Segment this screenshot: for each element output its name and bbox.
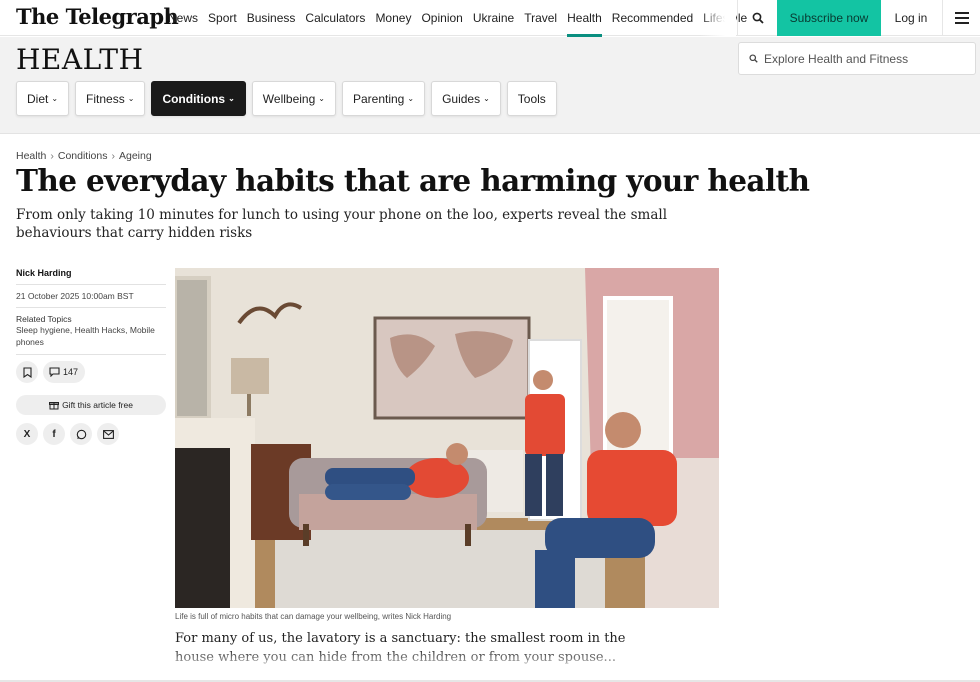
- pill-label: Tools: [517, 91, 546, 106]
- pill-label: Conditions: [162, 91, 226, 106]
- menu-button[interactable]: [942, 0, 980, 36]
- nav-link-travel[interactable]: Travel: [524, 0, 557, 36]
- nav-link-recommended[interactable]: Recommended: [612, 0, 693, 36]
- telegraph-logo[interactable]: The Telegraph: [16, 4, 179, 29]
- author-name[interactable]: Nick Harding: [16, 268, 166, 278]
- article-lead-image[interactable]: [175, 268, 719, 608]
- share-whatsapp-button[interactable]: [70, 423, 92, 445]
- chevron-down-icon: ⌄: [318, 94, 325, 103]
- nav-link-opinion[interactable]: Opinion: [421, 0, 462, 36]
- topic-pills: Diet ⌄ Fitness ⌄ Conditions ⌄ Wellbeing ⌄ Pa…: [16, 81, 563, 116]
- nav-link-sport[interactable]: Sport: [208, 0, 237, 36]
- nav-link-ukraine[interactable]: Ukraine: [473, 0, 514, 36]
- pill-label: Parenting: [352, 91, 405, 106]
- email-icon: [102, 429, 114, 439]
- pill-diet[interactable]: Diet ⌄: [16, 81, 70, 116]
- chevron-down-icon: ⌄: [51, 94, 59, 103]
- image-caption: Life is full of micro habits that can da…: [175, 612, 452, 621]
- gift-icon: [49, 402, 60, 410]
- chevron-down-icon: ⌄: [407, 94, 415, 103]
- pill-parenting[interactable]: Parenting ⌄: [341, 81, 426, 116]
- share-x-button[interactable]: X: [16, 423, 38, 445]
- hamburger-menu-icon-bar: [954, 17, 969, 19]
- chevron-right-icon: ›: [50, 150, 54, 162]
- divider: [16, 307, 166, 308]
- nav-link-health[interactable]: Health: [567, 0, 602, 37]
- pill-label: Wellbeing: [262, 91, 316, 106]
- article-actions: 147: [16, 361, 166, 383]
- breadcrumb: Health › Conditions › Ageing: [16, 150, 152, 162]
- breadcrumb-health[interactable]: Health: [16, 150, 46, 162]
- comment-count: 147: [63, 367, 79, 377]
- nav-link-money[interactable]: Money: [375, 0, 411, 36]
- bookmark-button[interactable]: [16, 361, 38, 383]
- divider: [16, 284, 166, 285]
- section-header: HEALTH Explore Health and Fitness Diet ⌄ …: [0, 37, 980, 134]
- search-button[interactable]: [737, 0, 777, 36]
- facebook-icon: f: [52, 428, 56, 440]
- body-fade-overlay: [170, 648, 650, 670]
- gift-label: Gift this article free: [62, 400, 133, 410]
- explore-placeholder: Explore Health and Fitness: [764, 51, 909, 66]
- pill-tools[interactable]: Tools: [506, 81, 557, 116]
- pill-fitness[interactable]: Fitness ⌄: [75, 81, 146, 116]
- chevron-down-icon: ⌄: [228, 94, 235, 103]
- explore-search-input[interactable]: Explore Health and Fitness: [738, 42, 976, 75]
- pill-label: Diet: [27, 91, 49, 106]
- whatsapp-icon: [76, 429, 86, 439]
- subscribe-button[interactable]: Subscribe now: [777, 0, 881, 36]
- nav-links: News Sport Business Calculators Money Op…: [168, 0, 757, 37]
- pill-guides[interactable]: Guides ⌄: [431, 81, 501, 116]
- section-title[interactable]: HEALTH: [16, 43, 143, 76]
- login-button[interactable]: Log in: [881, 0, 941, 36]
- search-icon: [749, 54, 758, 63]
- divider: [16, 354, 166, 355]
- nav-link-news[interactable]: News: [168, 0, 198, 36]
- comment-icon: [49, 367, 60, 377]
- gift-article-button[interactable]: Gift this article free: [16, 395, 166, 415]
- comments-button[interactable]: 147: [43, 361, 86, 383]
- search-icon: [752, 12, 764, 24]
- bookmark-icon: [22, 366, 32, 378]
- x-icon: X: [23, 428, 31, 440]
- share-buttons: X f: [16, 423, 166, 445]
- related-topics-links[interactable]: Sleep hygiene, Health Hacks, Mobile phon…: [16, 325, 166, 348]
- article-standfirst: From only taking 10 minutes for lunch to…: [16, 207, 668, 241]
- hamburger-menu-icon-bar: [954, 22, 969, 24]
- breadcrumb-ageing[interactable]: Ageing: [119, 150, 152, 162]
- nav-link-calculators[interactable]: Calculators: [305, 0, 365, 36]
- pill-conditions[interactable]: Conditions ⌄: [151, 81, 246, 116]
- nav-overflow-fade: [700, 0, 736, 36]
- share-email-button[interactable]: [97, 423, 119, 445]
- nav-link-business[interactable]: Business: [247, 0, 296, 36]
- hamburger-menu-icon: [954, 12, 969, 14]
- article-meta: Nick Harding 21 October 2025 10:00am BST…: [16, 268, 166, 445]
- living-room-photo: [175, 268, 719, 608]
- publish-date: 21 October 2025 10:00am BST: [16, 291, 134, 301]
- chevron-down-icon: ⌄: [127, 94, 135, 103]
- pill-label: Guides: [442, 91, 481, 106]
- article-headline: The everyday habits that are harming you…: [16, 163, 810, 198]
- top-navigation: The Telegraph News Sport Business Calcul…: [0, 0, 980, 37]
- chevron-right-icon: ›: [111, 150, 115, 162]
- chevron-down-icon: ⌄: [483, 94, 490, 103]
- pill-label: Fitness: [86, 91, 125, 106]
- related-topics-label: Related Topics: [16, 314, 72, 324]
- share-facebook-button[interactable]: f: [43, 423, 65, 445]
- pill-wellbeing[interactable]: Wellbeing ⌄: [251, 81, 336, 116]
- breadcrumb-conditions[interactable]: Conditions: [58, 150, 108, 162]
